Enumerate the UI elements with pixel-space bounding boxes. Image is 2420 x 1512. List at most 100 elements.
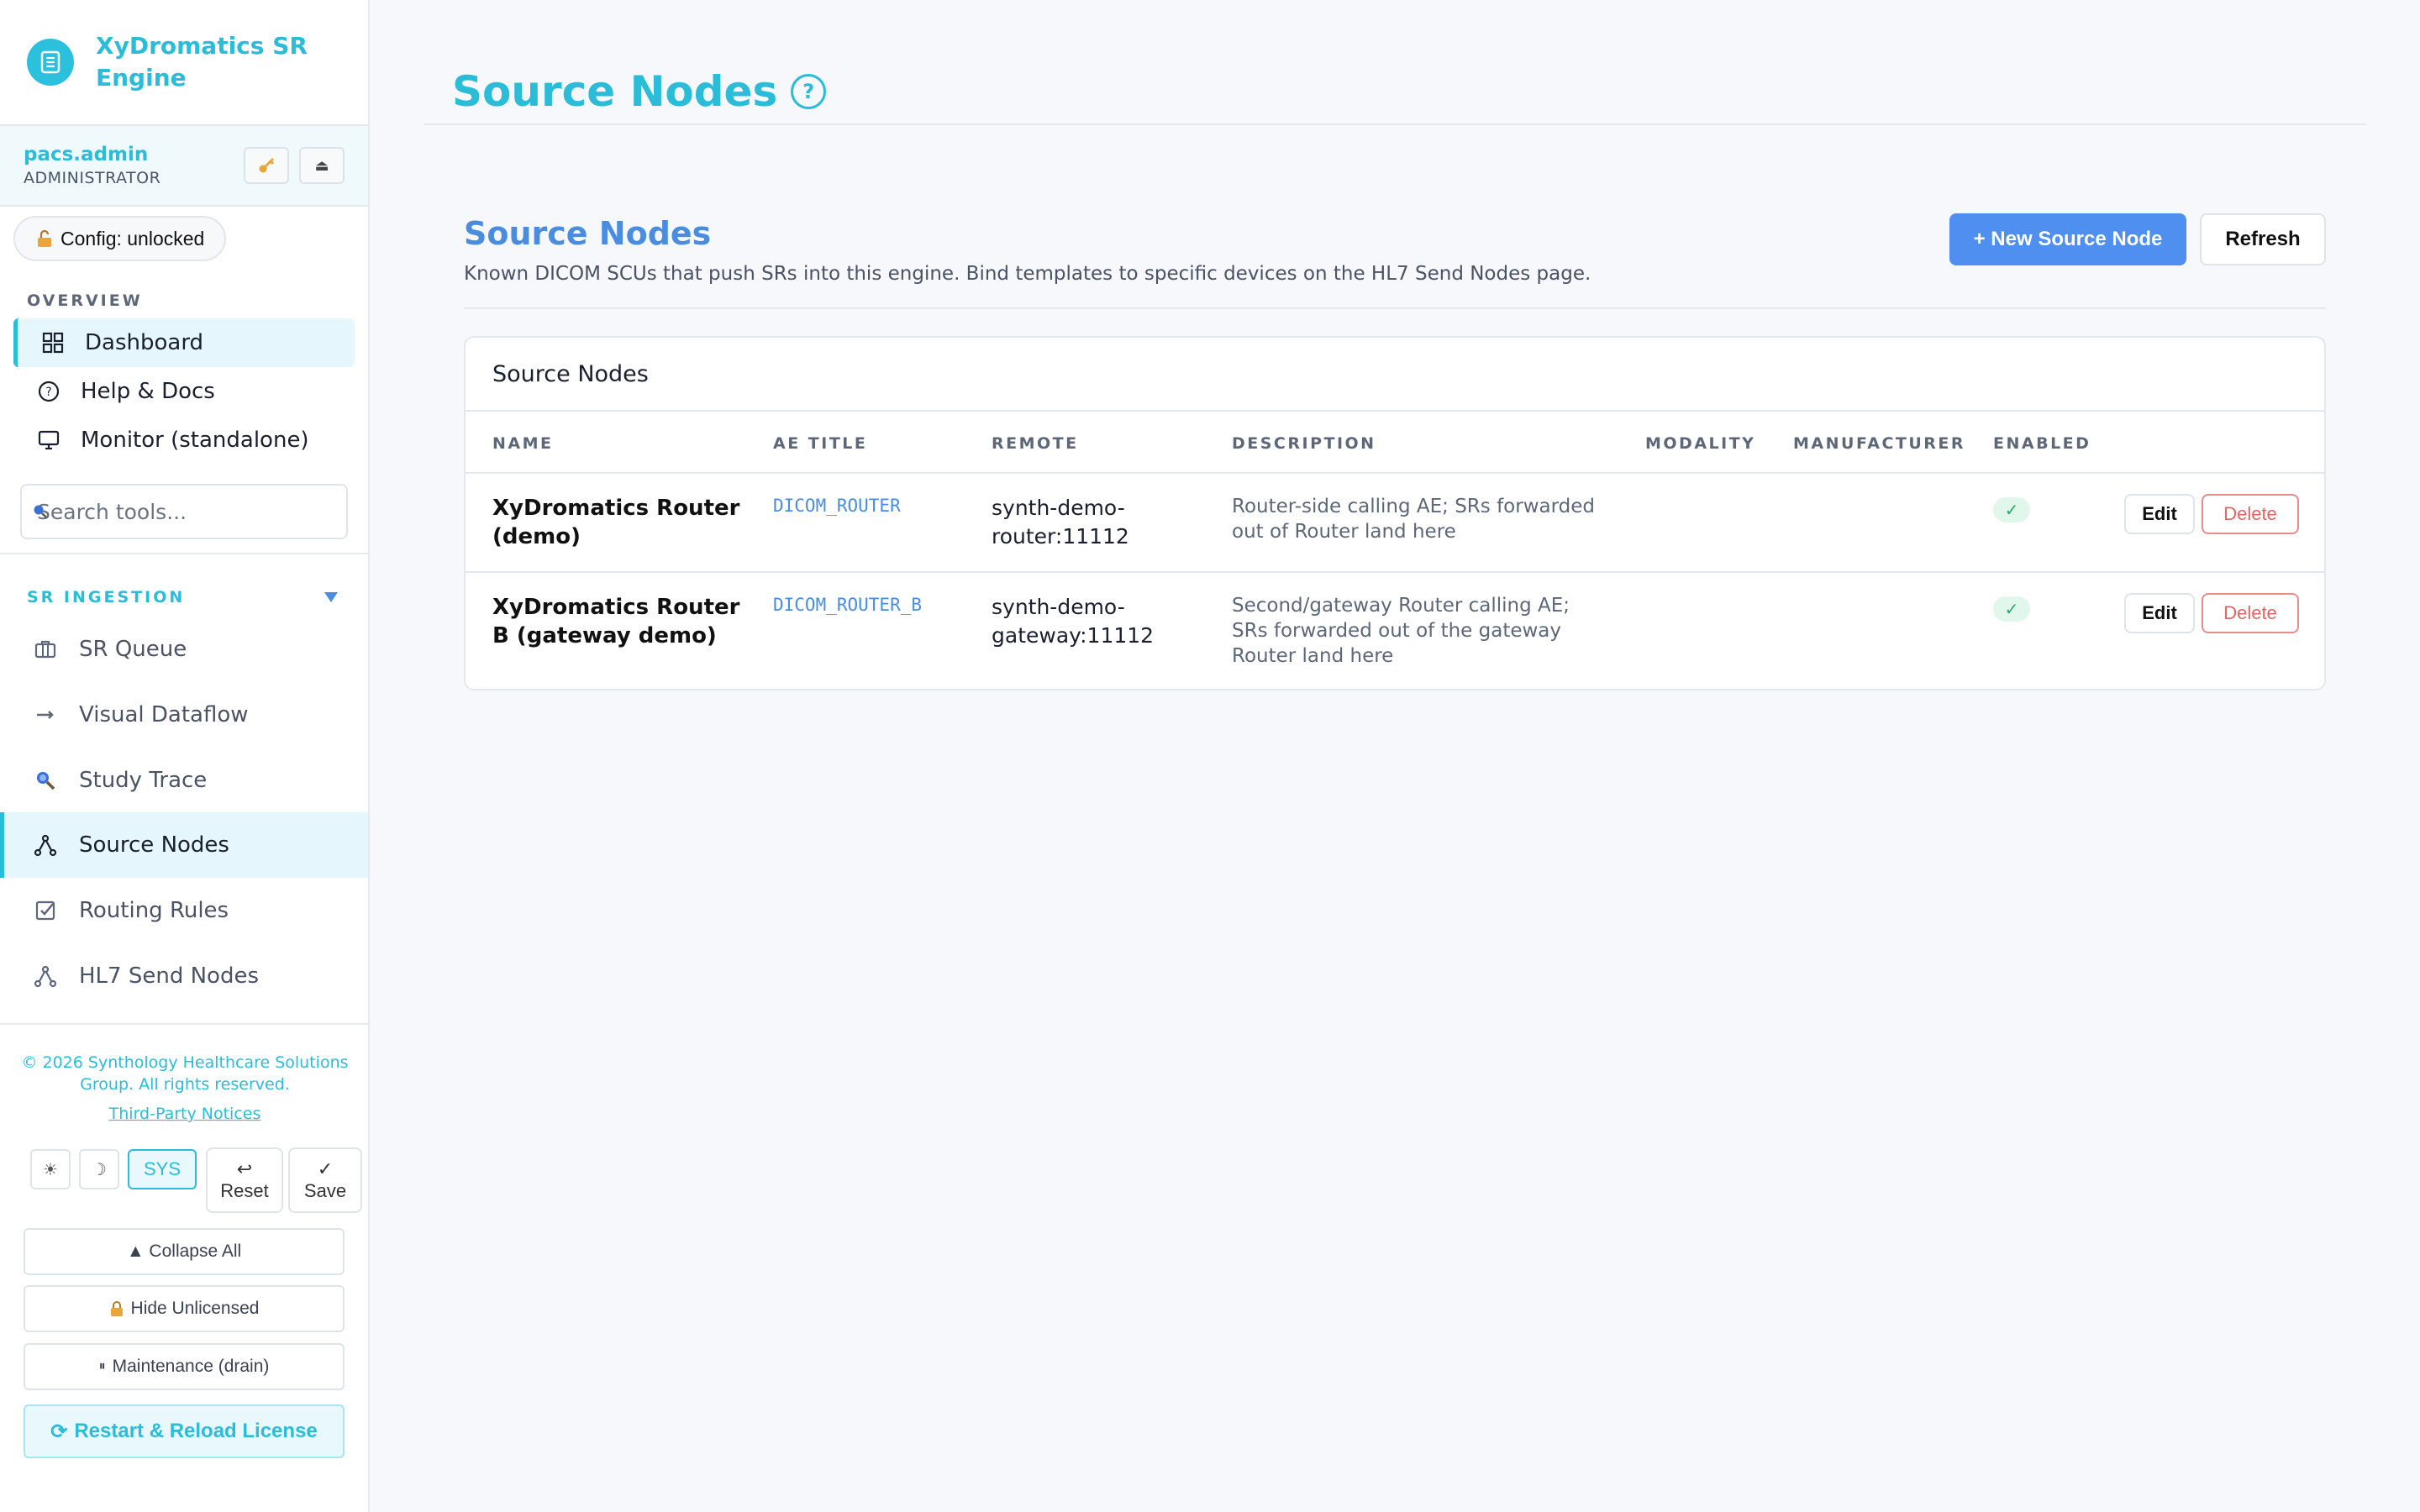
- edit-button[interactable]: Edit: [2124, 593, 2195, 633]
- sidebar-item-label: Study Trace: [79, 768, 208, 793]
- sidebar-divider: [0, 1023, 368, 1025]
- nav-item-label: Help & Docs: [81, 379, 215, 404]
- sidebar-item-source-nodes[interactable]: Source Nodes: [0, 812, 368, 878]
- table-header: NAME AE TITLE REMOTE DESCRIPTION MODALIT…: [466, 412, 2324, 474]
- node-remote: synth-demo-gateway:11112: [992, 595, 1155, 648]
- key-button[interactable]: [244, 147, 289, 184]
- config-status: Config: unlocked: [60, 227, 205, 249]
- refresh-button[interactable]: Refresh: [2200, 213, 2326, 265]
- nav-item-dashboard[interactable]: Dashboard: [13, 318, 355, 367]
- column-header-ae-title: AE TITLE: [773, 434, 868, 453]
- column-header-name: NAME: [492, 434, 554, 453]
- theme-light-button[interactable]: ☀: [30, 1149, 71, 1189]
- key-icon: [259, 157, 275, 173]
- sidebar-divider: [0, 553, 368, 554]
- undo-icon: ↩: [236, 1158, 253, 1179]
- moon-icon: ☽: [92, 1159, 107, 1179]
- copyright-text: © 2026 Synthology Healthcare Solutions G…: [21, 1053, 349, 1094]
- config-lock-toggle[interactable]: Config: unlocked: [13, 216, 227, 261]
- save-button[interactable]: ✓ Save: [288, 1147, 362, 1213]
- hide-unlicensed-label: Hide Unlicensed: [130, 1299, 260, 1318]
- node-description: Second/gateway Router calling AE; SRs fo…: [1232, 595, 1570, 667]
- new-source-node-button[interactable]: + New Source Node: [1949, 213, 2186, 265]
- magnifier-icon: [32, 767, 59, 794]
- sidebar-item-label: Source Nodes: [79, 832, 229, 858]
- checkbox-icon: [32, 897, 59, 924]
- reset-button[interactable]: ↩ Reset: [206, 1147, 283, 1213]
- sidebar-item-study-trace[interactable]: Study Trace: [0, 748, 368, 813]
- eject-icon: ⏏: [314, 156, 329, 175]
- nodes-icon: [32, 832, 59, 858]
- section-heading: Source Nodes: [464, 215, 712, 252]
- document-list-icon: [27, 39, 74, 86]
- nodes-icon: [32, 963, 59, 990]
- nav-item-help-docs[interactable]: ? Help & Docs: [13, 367, 355, 416]
- column-header-remote: REMOTE: [992, 434, 1079, 453]
- sidebar-item-label: SR Queue: [79, 637, 187, 662]
- brand-header: XyDromatics SR Engine: [0, 0, 368, 126]
- theme-switcher: ☀ ☽ SYS: [30, 1149, 197, 1189]
- delete-button[interactable]: Delete: [2202, 593, 2299, 633]
- overview-section-label: OVERVIEW: [27, 291, 143, 310]
- sr-ingestion-section-label: SR INGESTION: [27, 588, 186, 606]
- column-header-modality: MODALITY: [1645, 434, 1756, 453]
- notices-wrapper: Third-Party Notices: [17, 1103, 353, 1125]
- node-name: XyDromatics Router (demo): [492, 496, 740, 549]
- restart-reload-button[interactable]: ⟳ Restart & Reload License: [24, 1404, 345, 1458]
- card-title: Source Nodes: [466, 338, 2324, 412]
- column-header-manufacturer: MANUFACTURER: [1793, 434, 1966, 453]
- sidebar-item-visual-dataflow[interactable]: Visual Dataflow: [0, 682, 368, 748]
- eject-button[interactable]: ⏏: [299, 147, 345, 184]
- column-header-enabled: ENABLED: [1993, 434, 2091, 453]
- theme-system-button[interactable]: SYS: [128, 1149, 197, 1189]
- arrow-right-icon: [32, 701, 59, 728]
- table-row: XyDromatics Router (demo) DICOM_ROUTER s…: [466, 474, 2324, 573]
- collapse-all-label: ▲ Collapse All: [126, 1242, 242, 1261]
- maintenance-button[interactable]: ⏸ Maintenance (drain): [24, 1343, 345, 1390]
- briefcase-icon: [32, 636, 59, 663]
- section-description: Known DICOM SCUs that push SRs into this…: [464, 263, 1591, 285]
- nav-item-label: Dashboard: [85, 330, 204, 355]
- sidebar-item-label: HL7 Send Nodes: [79, 963, 259, 989]
- node-remote: synth-demo-router:11112: [992, 496, 1129, 549]
- monitor-icon: [35, 427, 62, 454]
- node-description: Router-side calling AE; SRs forwarded ou…: [1232, 496, 1596, 543]
- nav-item-monitor[interactable]: Monitor (standalone): [13, 416, 355, 465]
- third-party-notices-link[interactable]: Third-Party Notices: [109, 1105, 261, 1123]
- check-icon: ✓: [317, 1158, 334, 1179]
- column-header-description: DESCRIPTION: [1232, 434, 1376, 453]
- sidebar-item-routing-rules[interactable]: Routing Rules: [0, 878, 368, 943]
- help-icon: ?: [35, 378, 62, 405]
- maintenance-label: Maintenance (drain): [112, 1357, 270, 1376]
- lock-icon: [110, 1301, 123, 1316]
- svg-text:?: ?: [45, 386, 51, 399]
- collapse-all-button[interactable]: ▲ Collapse All: [24, 1228, 345, 1275]
- restart-label: Restart & Reload License: [74, 1420, 318, 1442]
- search-input[interactable]: Search tools...: [20, 484, 348, 539]
- sidebar-item-label: Visual Dataflow: [79, 702, 249, 727]
- chevron-down-icon[interactable]: [324, 591, 339, 603]
- sun-icon: ☀: [43, 1159, 58, 1179]
- help-icon[interactable]: ?: [791, 74, 827, 109]
- enabled-badge: ✓: [1993, 497, 2030, 522]
- sidebar-item-sr-queue[interactable]: SR Queue: [0, 617, 368, 682]
- sidebar-item-label: Routing Rules: [79, 898, 229, 923]
- search-icon: [34, 505, 47, 518]
- table-row: XyDromatics Router B (gateway demo) DICO…: [466, 573, 2324, 689]
- delete-button[interactable]: Delete: [2202, 494, 2299, 534]
- edit-button[interactable]: Edit: [2124, 494, 2195, 534]
- title-divider: [424, 123, 2366, 125]
- enabled-badge: ✓: [1993, 596, 2030, 622]
- node-name: XyDromatics Router B (gateway demo): [492, 595, 740, 648]
- user-name: pacs.admin: [24, 144, 149, 165]
- sidebar-item-hl7-send-nodes[interactable]: HL7 Send Nodes: [0, 943, 368, 1009]
- sidebar: XyDromatics SR Engine pacs.admin ADMINIS…: [0, 0, 370, 1512]
- search-placeholder: Search tools...: [37, 499, 187, 524]
- theme-dark-button[interactable]: ☽: [79, 1149, 119, 1189]
- user-role: ADMINISTRATOR: [24, 169, 161, 187]
- node-ae-title: DICOM_ROUTER_B: [773, 595, 923, 615]
- page-title-row: Source Nodes ?: [452, 67, 827, 116]
- hide-unlicensed-button[interactable]: Hide Unlicensed: [24, 1285, 345, 1332]
- section-divider: [464, 307, 2326, 309]
- pause-icon: ⏸: [98, 1359, 106, 1373]
